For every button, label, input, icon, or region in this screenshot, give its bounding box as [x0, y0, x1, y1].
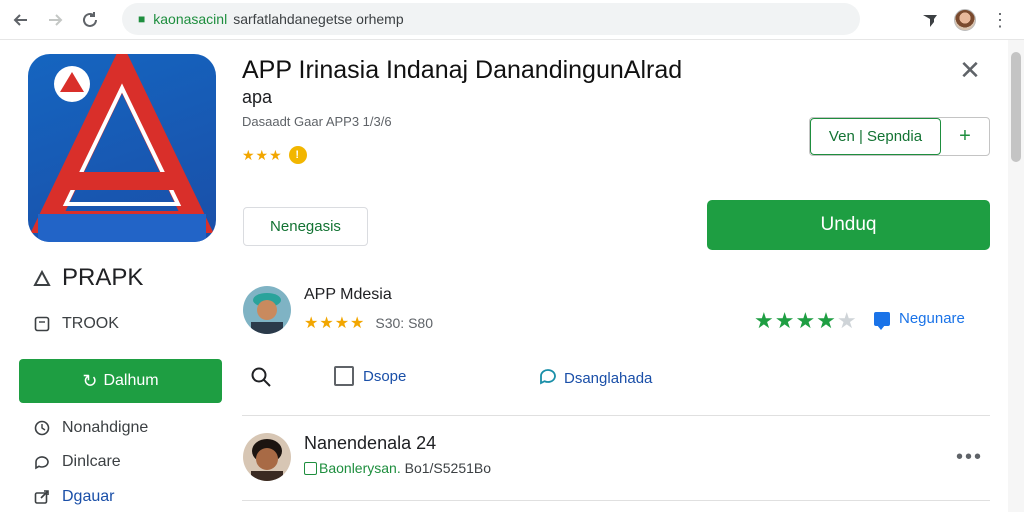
review-date: Bo1/S5251Bo — [404, 460, 492, 476]
install-button[interactable]: Unduq — [707, 200, 990, 250]
sidebar-item-label: Dinlcare — [62, 453, 121, 470]
square-icon — [32, 314, 52, 334]
checkbox-icon — [334, 366, 354, 386]
reviewer-name: APP Mdesia — [304, 286, 392, 303]
select-checkbox[interactable]: Dsope — [334, 366, 406, 386]
more-options-icon[interactable]: ••• — [956, 446, 983, 469]
overall-rating-stars: ★★★★★ — [754, 308, 858, 334]
reviewer-avatar — [243, 286, 291, 334]
reviewer-name: Nanendenala 24 — [304, 433, 437, 453]
chat-action[interactable]: Dsanglahada — [538, 366, 652, 390]
app-logo-icon — [28, 54, 216, 242]
add-button[interactable]: + — [941, 118, 989, 155]
reload-icon[interactable] — [77, 7, 103, 33]
sidebar-brand[interactable]: PRAPK — [32, 264, 143, 292]
extension-icon[interactable] — [916, 6, 944, 34]
back-arrow-icon[interactable] — [8, 7, 34, 33]
close-icon[interactable]: ✕ — [956, 55, 984, 85]
history-icon — [32, 418, 52, 438]
speech-bubble-icon — [538, 366, 558, 390]
chat-label: Dsanglahada — [564, 369, 653, 387]
url-domain: kaonasacinl — [153, 11, 228, 27]
app-subtitle: apa — [242, 87, 273, 107]
sidebar-item-label: Dgauar — [62, 488, 115, 505]
sidebar-item-label: Nonahdigne — [62, 419, 149, 436]
review-meta: Baonlerysan. Bo1/S5251Bo — [304, 460, 491, 476]
url-path: sarfatlahdanegetse orhemp — [233, 11, 404, 27]
checkbox-label: Dsope — [363, 367, 407, 385]
verified-icon — [304, 461, 317, 475]
sidebar-item-label: TROOK — [62, 315, 119, 332]
home-icon — [32, 268, 52, 288]
address-bar[interactable]: ■ kaonasacinl sarfatlahdanegetse orhemp — [122, 3, 860, 35]
profile-avatar[interactable] — [951, 6, 979, 34]
info-badge-icon[interactable]: ! — [288, 146, 307, 164]
divider — [242, 500, 990, 501]
sidebar-item-nonahdigne[interactable]: Nonahdigne — [32, 418, 148, 438]
rating-stars-empty: ★ — [836, 308, 858, 333]
browser-toolbar: ■ kaonasacinl sarfatlahdanegetse orhemp … — [0, 0, 1024, 40]
secondary-button[interactable]: Nenegasis — [243, 207, 368, 246]
lock-icon: ■ — [138, 12, 146, 26]
developer-info: Dasaadt Gaar APP3 1/3/6 — [242, 114, 392, 129]
app-title: APP Irinasia Indanaj DanandingunAlrad — [242, 56, 683, 84]
avatar-icon — [954, 9, 976, 31]
sidebar-action-label: Dalhum — [103, 372, 159, 389]
rating-stars: ★★★ — [242, 146, 283, 163]
refresh-icon: ↻ — [82, 370, 98, 391]
comment-icon — [874, 311, 890, 330]
review-meta: ★★★★ S30: S80 — [304, 313, 433, 333]
sidebar-item-trook[interactable]: TROOK — [32, 314, 119, 334]
chat-icon — [32, 452, 52, 472]
reviewer-avatar — [243, 433, 291, 481]
share-icon — [32, 487, 52, 507]
sidebar-item-dinlcare[interactable]: Dinlcare — [32, 452, 121, 472]
review-link[interactable]: Negunare — [874, 310, 965, 330]
menu-dots-icon[interactable]: ⋮ — [986, 6, 1014, 34]
review-stars: ★★★★ — [304, 315, 366, 332]
sidebar-item-dgauar[interactable]: Dgauar — [32, 487, 114, 507]
review-score: S30: S80 — [375, 315, 433, 331]
sidebar-action-button[interactable]: ↻ Dalhum — [19, 359, 222, 403]
review-source: Baonlerysan. — [319, 460, 401, 476]
app-rating: ★★★ ! — [242, 146, 307, 164]
secondary-action-group: Ven | Sepndia + — [809, 117, 990, 156]
scrollbar-thumb[interactable] — [1011, 52, 1021, 162]
review-link-label: Negunare — [899, 310, 965, 327]
divider — [242, 415, 990, 416]
rating-stars-filled: ★★★★ — [754, 308, 837, 333]
search-icon[interactable] — [250, 366, 272, 388]
open-button[interactable]: Ven | Sepndia — [810, 118, 941, 155]
forward-arrow-icon[interactable] — [42, 7, 68, 33]
sidebar-brand-label: PRAPK — [62, 264, 144, 291]
